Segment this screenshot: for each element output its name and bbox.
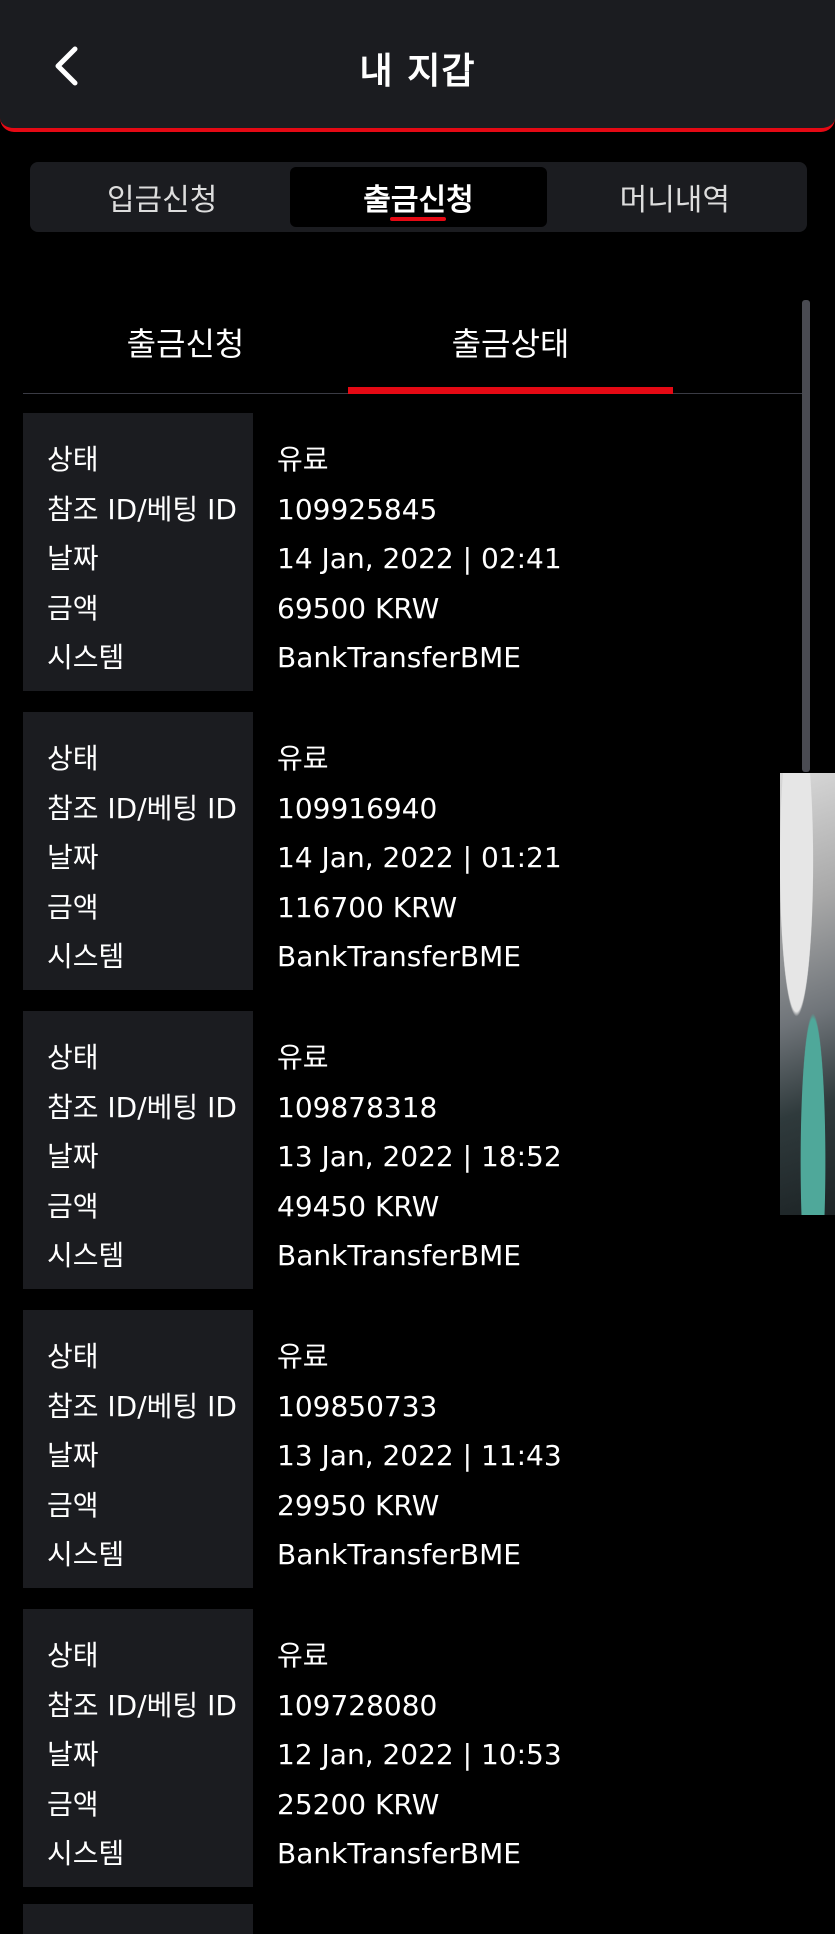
field-label-amount: 금액 — [47, 591, 99, 625]
field-label-status: 상태 — [47, 1639, 99, 1672]
wallet-tab-bar: 입금신청 출금신청 머니내역 — [30, 162, 807, 232]
record-card: 상태참조 ID/베팅 ID 날짜금액시스템 유료 109850733 13 Jan, 2… — [23, 1310, 823, 1588]
record-card: 상태참조 ID/베팅 ID 날짜금액시스템 유료 109728080 12 Jan, 2… — [23, 1609, 823, 1887]
record-values: 유료 109916940 14 Jan, 2022 | 01:21 116700 KR… — [253, 712, 562, 990]
field-value-system: BankTransferBME — [277, 940, 521, 973]
field-label-amount: 금액 — [47, 1189, 99, 1223]
field-value-amount: 69500 KRW — [277, 591, 440, 625]
field-label-ref-id: 참조 ID/베팅 ID — [47, 1389, 237, 1423]
field-value-date: 13 Jan, 2022 | 18:52 — [277, 1140, 562, 1173]
record-values: 유료 109728080 12 Jan, 2022 | 10:53 25200 KRW… — [253, 1609, 562, 1887]
field-label-amount: 금액 — [47, 1787, 99, 1821]
field-label-status: 상태 — [47, 742, 99, 775]
field-value-status: 유료 — [277, 1639, 329, 1672]
record-labels: 상태참조 ID/베팅 ID 날짜금액시스템 — [23, 1609, 253, 1887]
field-label-date: 날짜 — [47, 1140, 99, 1173]
field-label-date: 날짜 — [47, 841, 99, 874]
record-values: 유료 109925845 14 Jan, 2022 | 02:41 69500 KRW… — [253, 413, 562, 691]
record-card: 상태참조 ID/베팅 ID 날짜금액시스템 유료 109878318 13 Jan, 2… — [23, 1011, 823, 1289]
record-card: 상태참조 ID/베팅 ID 날짜금액시스템 유료 109925845 14 Jan, 2… — [23, 413, 823, 691]
field-label-system: 시스템 — [47, 940, 125, 973]
field-label-ref-id: 참조 ID/베팅 ID — [47, 492, 237, 526]
field-label-date: 날짜 — [47, 542, 99, 575]
field-value-ref-id: 109916940 — [277, 791, 438, 825]
tab-deposit-request[interactable]: 입금신청 — [34, 167, 290, 227]
field-label-status: 상태 — [47, 443, 99, 476]
field-label-amount: 금액 — [47, 890, 99, 924]
field-value-system: BankTransferBME — [277, 1837, 521, 1870]
record-labels: 상태참조 ID/베팅 ID 날짜금액시스템 — [23, 712, 253, 990]
field-label-amount: 금액 — [47, 1488, 99, 1522]
page-title: 내 지갑 — [359, 51, 476, 92]
field-label-status: 상태 — [47, 1041, 99, 1074]
withdrawal-sub-tabs: 출금신청 출금상태 — [23, 290, 810, 394]
record-values: 유료 109878318 13 Jan, 2022 | 18:52 49450 KRW… — [253, 1011, 562, 1289]
field-value-status: 유료 — [277, 1041, 329, 1074]
tab-withdrawal-request[interactable]: 출금신청 — [290, 167, 547, 227]
record-labels: 상태참조 ID/베팅 ID 날짜금액시스템 — [23, 1310, 253, 1588]
field-value-date: 13 Jan, 2022 | 11:43 — [277, 1439, 562, 1472]
field-label-system: 시스템 — [47, 1538, 125, 1571]
field-value-date: 14 Jan, 2022 | 01:21 — [277, 841, 562, 874]
field-value-system: BankTransferBME — [277, 1239, 521, 1272]
field-label-system: 시스템 — [47, 641, 125, 674]
field-label-date: 날짜 — [47, 1439, 99, 1472]
field-value-ref-id: 109850733 — [277, 1389, 438, 1423]
field-label-date: 날짜 — [47, 1738, 99, 1771]
field-label-ref-id: 참조 ID/베팅 ID — [47, 1090, 237, 1124]
field-value-amount: 116700 KRW — [277, 890, 458, 924]
app-header: 내 지갑 — [0, 0, 835, 132]
field-value-system: BankTransferBME — [277, 641, 521, 674]
field-label-ref-id: 참조 ID/베팅 ID — [47, 1688, 237, 1722]
field-value-status: 유료 — [277, 1340, 329, 1373]
field-label-system: 시스템 — [47, 1239, 125, 1272]
overlay-photo — [780, 773, 835, 1215]
field-value-date: 12 Jan, 2022 | 10:53 — [277, 1738, 562, 1771]
field-value-ref-id: 109878318 — [277, 1090, 438, 1124]
field-label-system: 시스템 — [47, 1837, 125, 1870]
withdrawal-status-list: 상태 참조 ID/베팅 ID 날짜 금액 시스템 유료 109925845 14 Jan, 2… — [23, 413, 823, 1908]
record-labels: 상태참조 ID/베팅 ID 날짜금액시스템 — [23, 1011, 253, 1289]
field-value-system: BankTransferBME — [277, 1538, 521, 1571]
record-card: 상태참조 ID/베팅 ID 날짜금액시스템 유료 109916940 14 Jan, 2… — [23, 712, 823, 990]
field-value-date: 14 Jan, 2022 | 02:41 — [277, 542, 562, 575]
tab-money-history[interactable]: 머니내역 — [547, 167, 803, 227]
field-value-amount: 49450 KRW — [277, 1189, 440, 1223]
subtab-withdrawal-request[interactable]: 출금신청 — [23, 290, 348, 393]
field-value-status: 유료 — [277, 742, 329, 775]
record-labels: 상태참조 ID/베팅 ID 날짜금액시스템 — [23, 413, 253, 691]
subtab-withdrawal-status[interactable]: 출금상태 — [348, 290, 673, 394]
field-value-amount: 29950 KRW — [277, 1488, 440, 1522]
field-value-status: 유료 — [277, 443, 329, 476]
record-values: 유료 109850733 13 Jan, 2022 | 11:43 29950 KRW… — [253, 1310, 562, 1588]
record-card-partial — [23, 1904, 253, 1934]
field-value-ref-id: 109925845 — [277, 492, 438, 526]
field-label-status: 상태 — [47, 1340, 99, 1373]
field-value-amount: 25200 KRW — [277, 1787, 440, 1821]
field-label-ref-id: 참조 ID/베팅 ID — [47, 791, 237, 825]
field-value-ref-id: 109728080 — [277, 1688, 438, 1722]
